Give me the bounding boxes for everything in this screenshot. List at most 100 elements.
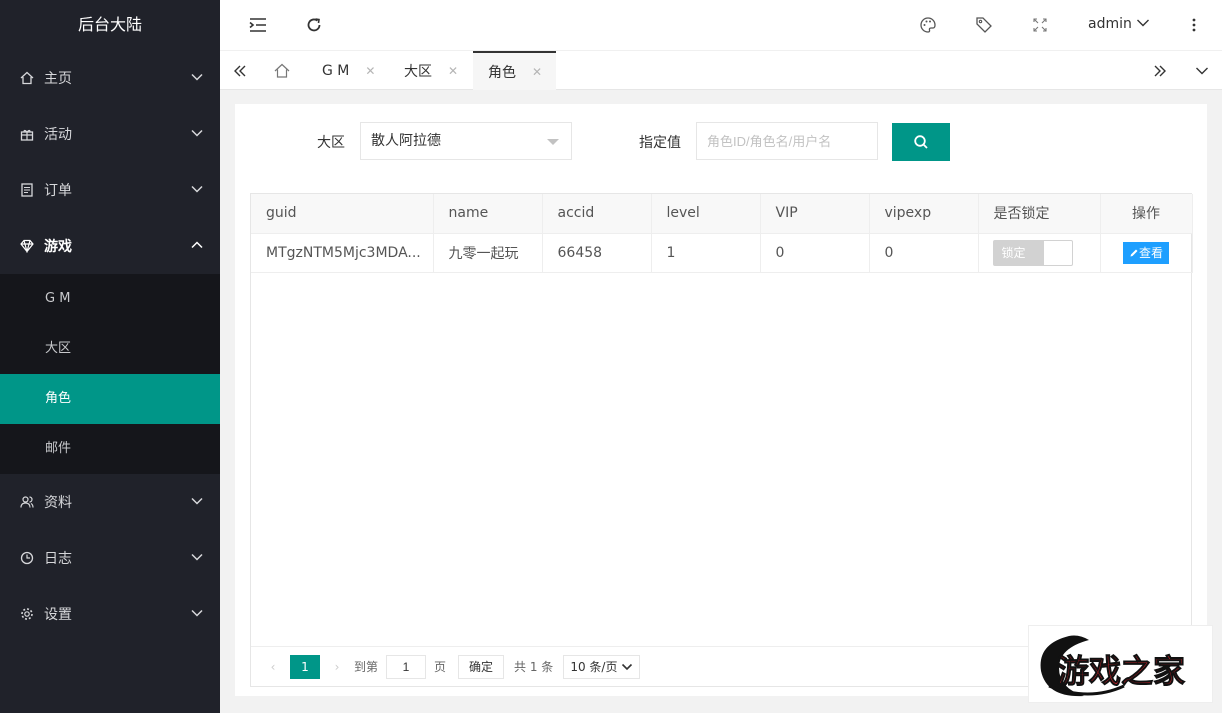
next-page-icon[interactable]: ›: [330, 655, 344, 679]
cell-name: 九零一起玩: [433, 233, 543, 273]
sidebar-item-label: 活动: [44, 127, 72, 143]
goto-label: 到第: [354, 660, 379, 674]
sidebar-item-label: 日志: [44, 551, 72, 567]
sidebar-item-settings[interactable]: 设置: [0, 586, 220, 642]
sidebar-item-label: 资料: [44, 495, 72, 511]
tab-home-icon[interactable]: [272, 51, 292, 90]
lock-switch[interactable]: 锁定: [992, 239, 1073, 266]
chevron-down-icon: [191, 185, 203, 193]
chevron-down-icon: [191, 609, 203, 617]
user-name: admin: [1088, 16, 1132, 32]
svg-text:游戏之家: 游戏之家: [1057, 652, 1185, 690]
chevron-down-icon: [191, 553, 203, 561]
column-header[interactable]: 是否锁定: [978, 194, 1101, 234]
clock-icon: [20, 551, 34, 565]
sidebar-item-label: 主页: [44, 71, 72, 87]
caret-down-icon: [547, 139, 559, 145]
sidebar-item-label: 设置: [44, 607, 72, 623]
search-input[interactable]: [696, 122, 878, 160]
theme-palette-icon[interactable]: [916, 13, 940, 37]
goto-confirm-button[interactable]: 确定: [458, 654, 505, 679]
sidebar-item-label: 订单: [44, 183, 72, 199]
sidebar-item-logs[interactable]: 日志: [0, 530, 220, 586]
tab-close-icon[interactable]: ✕: [532, 65, 542, 79]
sidebar-game-submenu: G M 大区 角色 邮件: [0, 274, 220, 474]
sidebar-item-label: 游戏: [44, 239, 72, 255]
lock-switch-label: 锁定: [993, 240, 1044, 265]
cell-action: 查看: [1100, 233, 1193, 273]
tab-label: 角色: [488, 64, 516, 81]
tab-bar: G M ✕ 大区 ✕ 角色 ✕: [220, 50, 1222, 90]
cell-vipexp: 0: [869, 233, 979, 273]
column-header[interactable]: name: [433, 194, 543, 234]
cell-accid: 66458: [542, 233, 652, 273]
sidebar-subitem-gm[interactable]: G M: [0, 274, 220, 324]
sidebar-item-activity[interactable]: 活动: [0, 106, 220, 162]
tabs-scroll-right-icon[interactable]: [1150, 51, 1170, 90]
region-select-value: 散人阿拉德: [371, 133, 441, 149]
column-header[interactable]: vipexp: [869, 194, 979, 234]
cell-lock: 锁定: [978, 233, 1101, 273]
table-header-row: guid name accid level VIP vipexp 是否锁定 操作: [251, 194, 1193, 234]
sidebar-item-home[interactable]: 主页: [0, 50, 220, 106]
data-table: guid name accid level VIP vipexp 是否锁定 操作…: [250, 193, 1193, 687]
gift-icon: [20, 127, 34, 141]
home-icon: [20, 71, 34, 85]
page-unit-label: 页: [434, 660, 447, 674]
column-header[interactable]: accid: [542, 194, 652, 234]
cell-vip: 0: [760, 233, 870, 273]
tag-icon[interactable]: [972, 13, 996, 37]
page-size-select[interactable]: 10 条/页: [563, 654, 641, 679]
more-vertical-icon[interactable]: [1182, 13, 1206, 37]
tab-gm[interactable]: G M ✕: [322, 51, 375, 90]
sidebar-item-profile[interactable]: 资料: [0, 474, 220, 530]
chevron-down-icon: [191, 73, 203, 81]
tab-close-icon[interactable]: ✕: [365, 64, 375, 78]
region-select[interactable]: 散人阿拉德: [360, 122, 572, 160]
sidebar: 后台大陆 主页 活动 订单 游戏 G M 大区 角色 邮件 资料 日志 设置: [0, 0, 220, 713]
chevron-down-icon: [191, 129, 203, 137]
tab-role[interactable]: 角色 ✕: [473, 51, 556, 90]
users-icon: [20, 495, 34, 509]
column-header[interactable]: level: [651, 194, 761, 234]
column-header[interactable]: VIP: [760, 194, 870, 234]
view-button[interactable]: 查看: [1122, 241, 1169, 264]
page-1-button[interactable]: 1: [290, 654, 320, 679]
sidebar-subitem-mail[interactable]: 邮件: [0, 424, 220, 474]
tabs-scroll-left-icon[interactable]: [230, 51, 250, 90]
user-menu[interactable]: admin: [1088, 16, 1150, 32]
chevron-down-icon: [1137, 19, 1150, 27]
column-header[interactable]: 操作: [1100, 194, 1193, 234]
fullscreen-icon[interactable]: [1028, 13, 1052, 37]
search-icon: [914, 135, 928, 149]
sidebar-subitem-region[interactable]: 大区: [0, 324, 220, 374]
watermark-logo: 游戏之家: [1028, 625, 1213, 703]
view-button-label: 查看: [1138, 246, 1163, 260]
prev-page-icon[interactable]: ‹: [266, 655, 280, 679]
column-header[interactable]: guid: [251, 194, 434, 234]
tab-region[interactable]: 大区 ✕: [404, 51, 458, 90]
chevron-up-icon: [191, 241, 203, 249]
app-title: 后台大陆: [77, 15, 142, 34]
tab-label: 大区: [404, 63, 432, 80]
refresh-icon[interactable]: [302, 13, 326, 37]
chevron-down-icon: [622, 663, 633, 670]
page-size-value: 10 条/页: [570, 660, 618, 674]
gear-icon: [20, 607, 34, 621]
edit-icon: [1130, 249, 1138, 256]
sidebar-item-game[interactable]: 游戏: [0, 218, 220, 274]
tab-close-icon[interactable]: ✕: [448, 64, 458, 78]
goto-page-input[interactable]: [386, 654, 427, 679]
search-button[interactable]: [892, 123, 950, 161]
tab-label: G M: [322, 62, 350, 79]
total-count: 共 1 条: [514, 660, 554, 674]
tabs-menu-chevron-icon[interactable]: [1192, 51, 1212, 90]
table-row: MTgzNTM5Mjc3MDA... 九零一起玩 66458 1 0 0 锁定: [251, 233, 1193, 273]
cell-guid: MTgzNTM5Mjc3MDA...: [251, 233, 434, 273]
chevron-down-icon: [191, 497, 203, 505]
sidebar-subitem-role[interactable]: 角色: [0, 374, 220, 424]
cell-level: 1: [651, 233, 761, 273]
menu-fold-icon[interactable]: [246, 13, 270, 37]
sidebar-item-orders[interactable]: 订单: [0, 162, 220, 218]
main-card: 大区 散人阿拉德 指定值 guid name accid level VIP v…: [235, 104, 1207, 696]
